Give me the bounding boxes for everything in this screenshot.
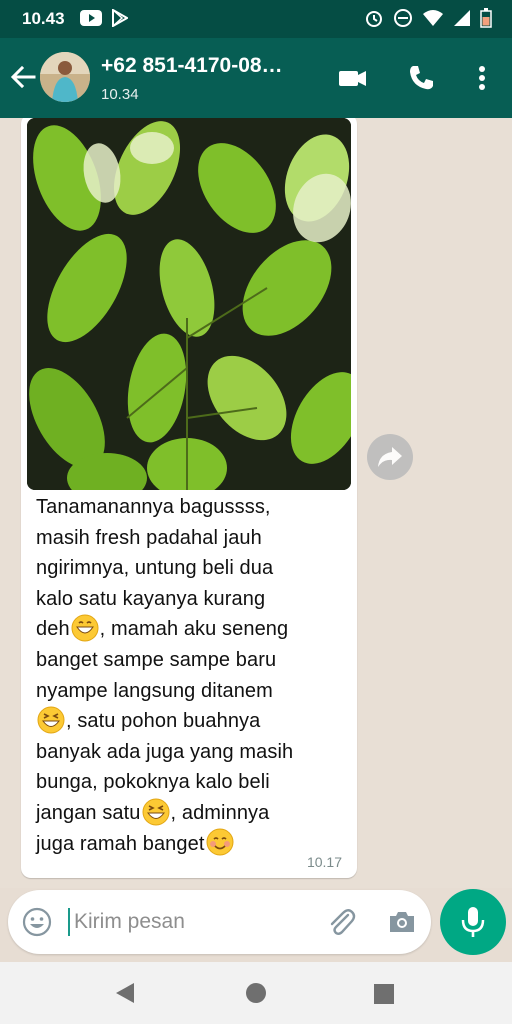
message-composer[interactable]: Kirim pesan [8, 890, 431, 954]
message-line: masih fresh padahal jauh [36, 526, 262, 549]
message-line: , satu pohon buahnya [36, 706, 336, 737]
mic-button[interactable] [440, 889, 506, 955]
back-arrow-icon[interactable] [8, 62, 38, 92]
battery-icon [480, 8, 492, 28]
message-input[interactable]: Kirim pesan [74, 910, 185, 934]
forward-button[interactable] [367, 434, 413, 480]
message-line: deh, mamah aku seneng [36, 614, 336, 645]
camera-icon[interactable] [386, 906, 418, 938]
message-line: ngirimnya, untung beli dua [36, 557, 274, 580]
message-line: juga ramah banget [36, 828, 336, 860]
emoji-icon[interactable] [21, 906, 53, 938]
text-cursor [68, 908, 70, 936]
chat-area[interactable]: Tanamanannya bagussss, masih fresh padah… [0, 118, 512, 888]
phone-icon[interactable] [405, 62, 437, 94]
status-bar: 10.43 [0, 0, 512, 38]
laughing-face-icon [37, 706, 65, 734]
do-not-disturb-icon [394, 9, 412, 27]
message-line: jangan satu, adminnya [36, 798, 336, 829]
chat-header: +62 851-4170-08… 10.34 [0, 38, 512, 118]
smiling-face-icon [206, 828, 233, 856]
recents-square-icon[interactable] [373, 983, 395, 1005]
plant-image [27, 118, 351, 490]
signal-icon [454, 10, 470, 26]
back-triangle-icon[interactable] [113, 981, 137, 1005]
video-call-icon[interactable] [336, 62, 368, 94]
contact-name[interactable]: +62 851-4170-08… [101, 54, 331, 78]
message-line: Tanamanannya bagussss, [36, 496, 271, 518]
mic-icon [461, 907, 485, 937]
message-text: Tanamanannya bagussss, masih fresh padah… [36, 492, 336, 859]
message-line: bunga, pokoknya kalo beli [36, 771, 270, 794]
laughing-face-icon [142, 798, 170, 826]
message-time: 10.17 [306, 854, 342, 870]
message-line: banget sampe sampe baru [36, 648, 277, 671]
avatar[interactable] [40, 52, 90, 102]
message-line: nyampe langsung ditanem [36, 679, 273, 702]
home-circle-icon[interactable] [245, 982, 267, 1004]
youtube-icon [80, 10, 102, 26]
system-nav-bar [0, 962, 512, 1024]
play-store-icon [112, 9, 128, 27]
message-photo[interactable] [27, 118, 351, 490]
message-line: kalo satu kayanya kurang [36, 587, 266, 610]
alarm-icon [366, 11, 382, 27]
wifi-icon [423, 10, 443, 26]
message-line: banyak ada juga yang masih [36, 740, 294, 763]
more-options-icon[interactable] [466, 62, 498, 94]
last-seen: 10.34 [101, 86, 139, 103]
forward-arrow-icon [378, 447, 402, 467]
status-time: 10.43 [22, 9, 65, 28]
attach-icon[interactable] [324, 905, 358, 939]
grinning-face-icon [71, 614, 99, 642]
message-bubble[interactable]: Tanamanannya bagussss, masih fresh padah… [21, 118, 357, 878]
contact-photo [40, 52, 90, 102]
